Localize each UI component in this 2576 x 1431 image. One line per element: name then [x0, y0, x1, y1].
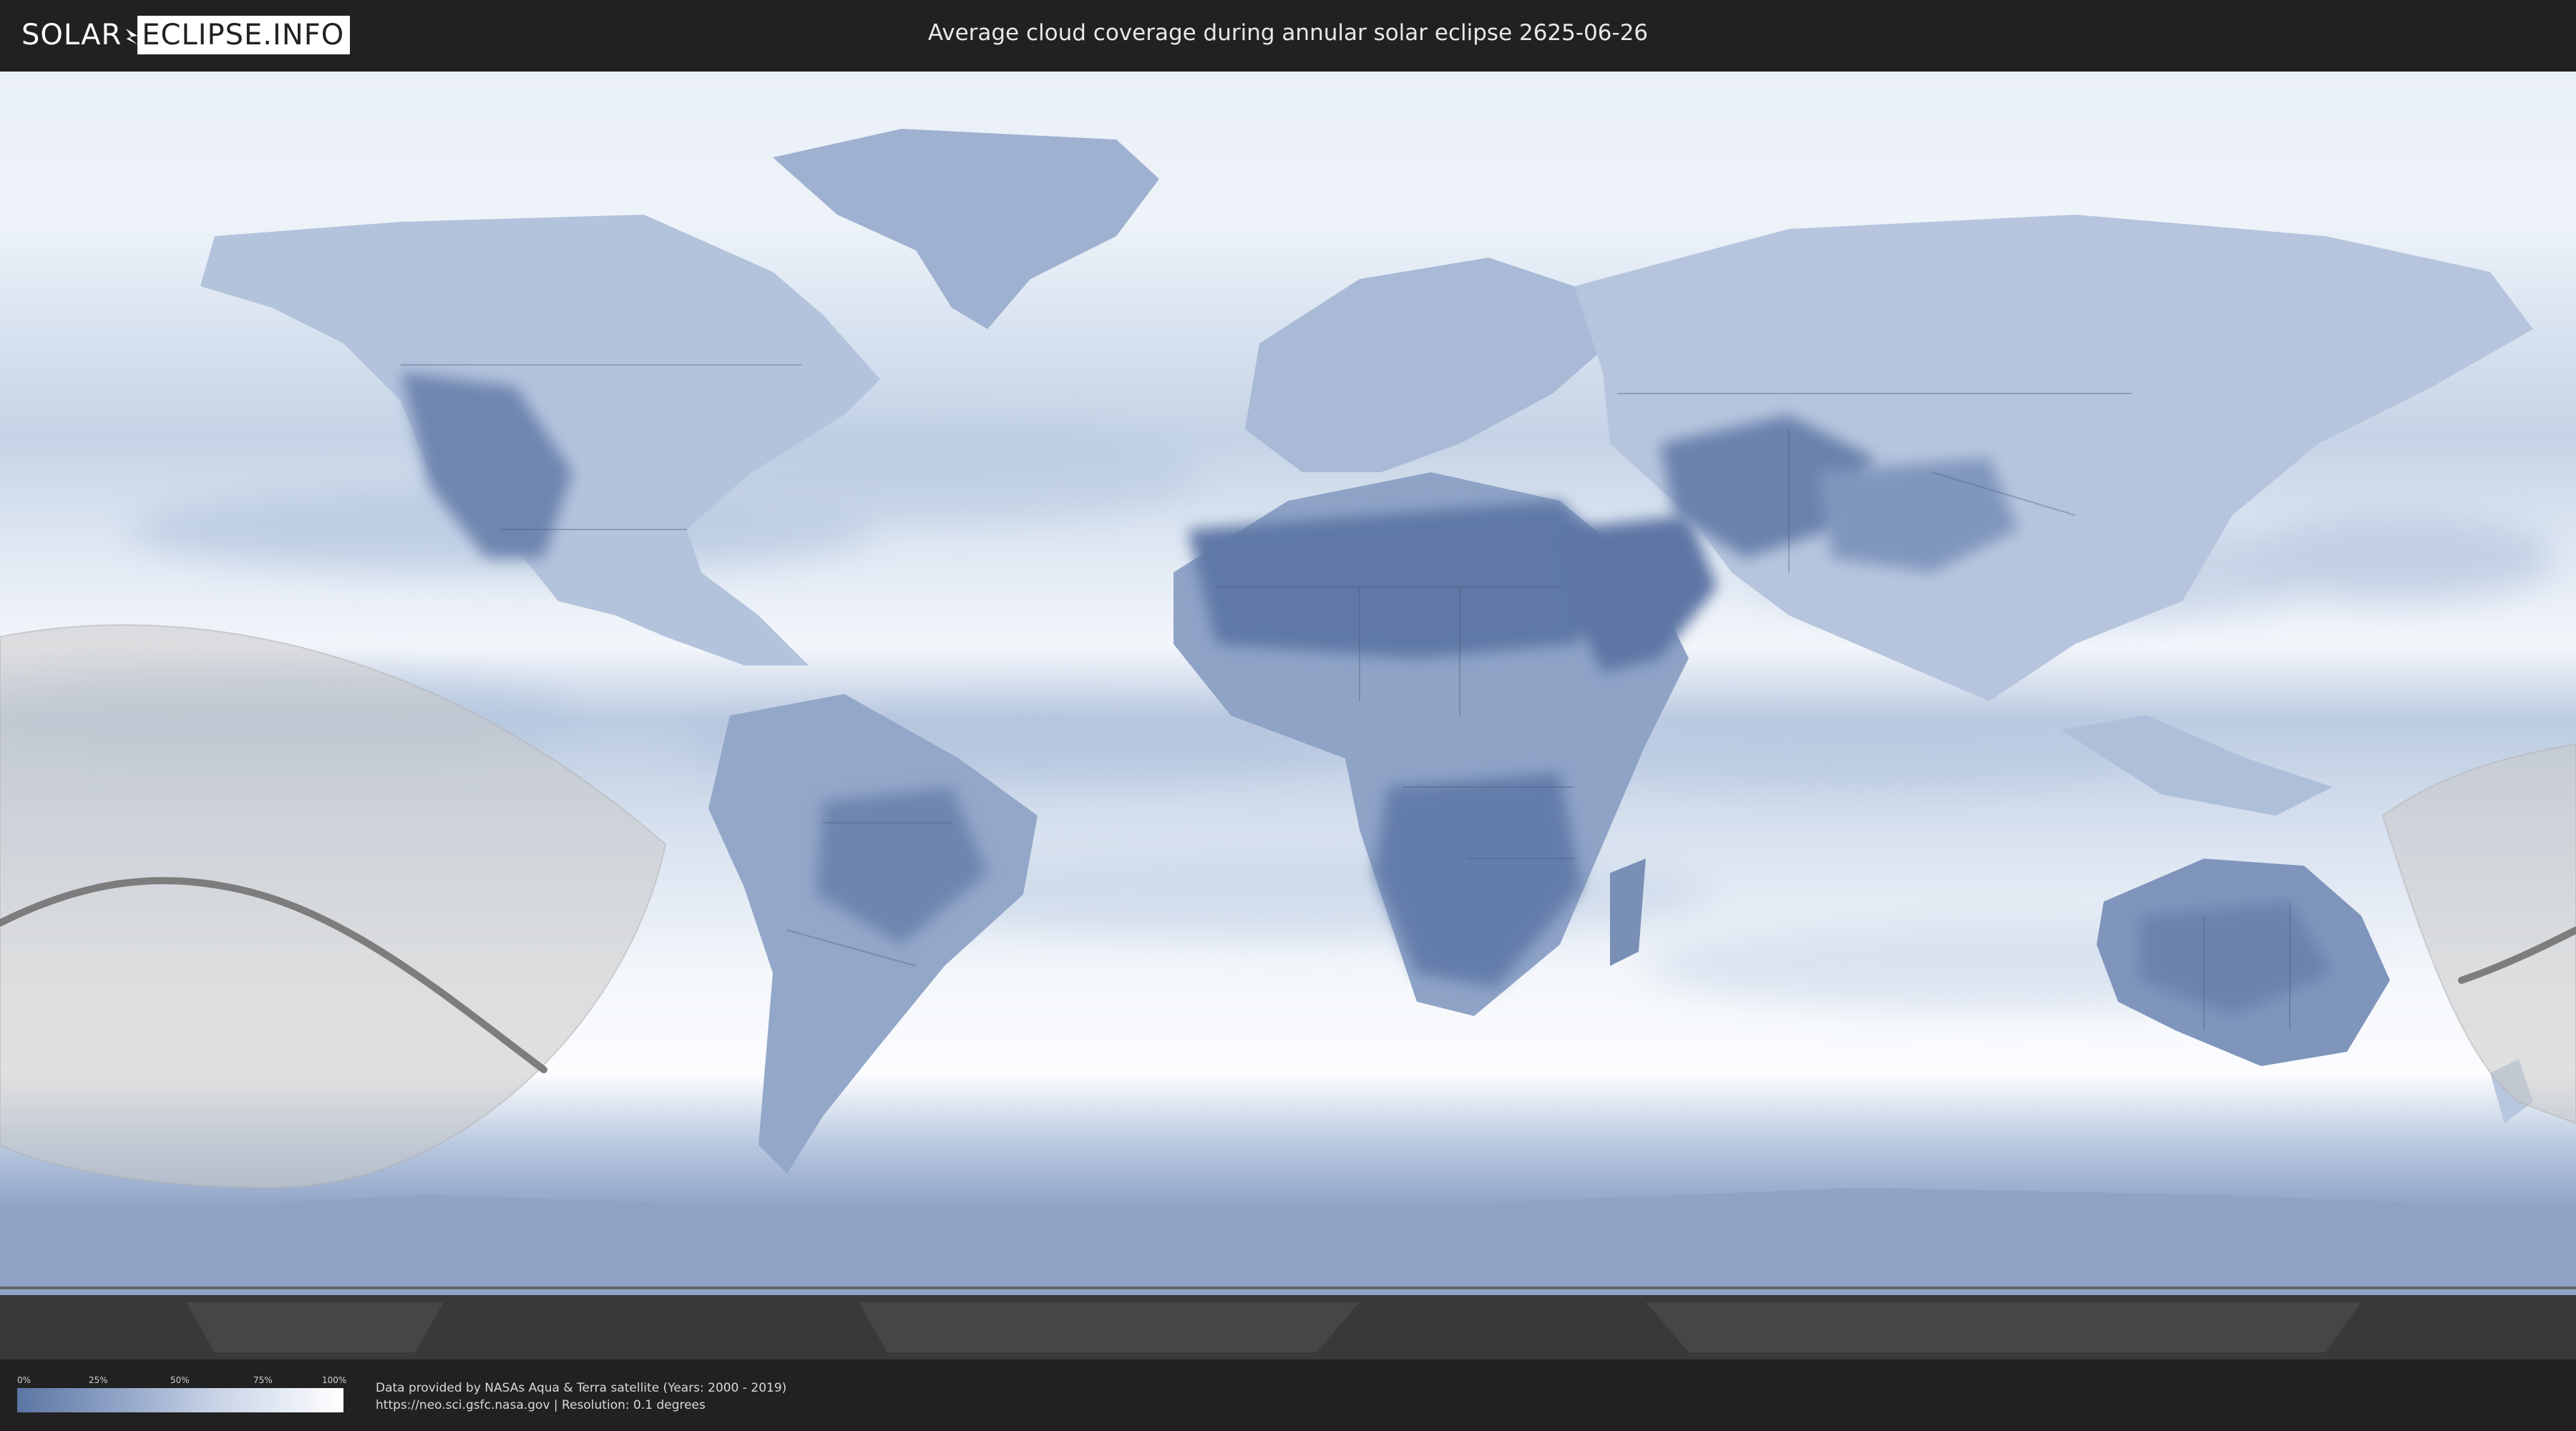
footer-bar: 0% 25% 50% 75% 100% Data provided by NAS… [0, 1359, 2576, 1431]
legend-color-bar [17, 1388, 343, 1412]
legend-tick-75: 75% [253, 1375, 273, 1385]
legend-tick-25: 25% [89, 1375, 108, 1385]
map-canvas [0, 72, 2576, 1359]
header-bar: SOLAR ECLIPSE.INFO Average cloud coverag… [0, 0, 2576, 72]
page-title: Average cloud coverage during annular so… [927, 20, 1649, 46]
credits-url-resolution: https://neo.sci.gsfc.nasa.gov | Resoluti… [376, 1398, 706, 1412]
cloud-coverage-map[interactable] [0, 72, 2576, 1359]
credits-source: Data provided by NASAs Aqua & Terra sate… [376, 1381, 787, 1395]
legend-tick-0: 0% [17, 1375, 31, 1385]
page: SOLAR ECLIPSE.INFO Average cloud coverag… [0, 0, 2576, 1431]
legend-ticks: 0% 25% 50% 75% 100% [17, 1375, 347, 1388]
legend-tick-100: 100% [322, 1375, 347, 1385]
data-credits: Data provided by NASAs Aqua & Terra sate… [376, 1379, 786, 1414]
cloud-coverage-legend: 0% 25% 50% 75% 100% [17, 1375, 347, 1412]
legend-tick-50: 50% [170, 1375, 190, 1385]
